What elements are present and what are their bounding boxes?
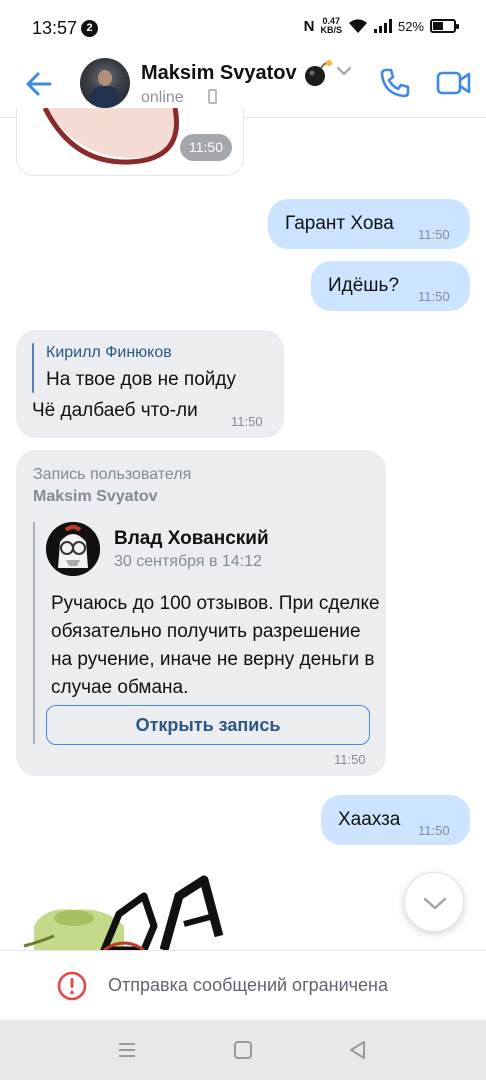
outgoing-message[interactable]: Гарант Хова 11:50 — [268, 199, 470, 249]
avatar-body — [90, 86, 120, 108]
message-text: Чё далбаеб что-ли — [32, 400, 198, 421]
status-bar: 13:57 2 N 0.47 KB/S 52% — [0, 0, 486, 58]
post-text: Ручаюсь до 100 отзывов. При сделке обяза… — [51, 593, 380, 698]
network-speed: 0.47 KB/S — [320, 17, 342, 35]
post-date: 30 сентября в 14:12 — [114, 553, 262, 570]
status-icons: N 0.47 KB/S 52% — [303, 17, 459, 35]
back-icon[interactable] — [346, 1038, 370, 1062]
contact-status: online — [141, 89, 184, 106]
signal-icon — [373, 19, 392, 33]
nfc-icon: N — [303, 17, 315, 35]
post-owner[interactable]: Maksim Svyatov — [33, 488, 158, 506]
video-call-icon[interactable] — [436, 68, 472, 98]
sticker-image — [23, 875, 224, 950]
warning-icon — [57, 971, 87, 1001]
mobile-device-icon — [208, 89, 217, 104]
chevron-down-icon — [423, 897, 447, 910]
contact-avatar[interactable] — [80, 58, 130, 108]
message-time: 11:50 — [334, 752, 366, 767]
open-post-button[interactable]: Открыть запись — [46, 705, 370, 745]
home-icon[interactable] — [231, 1038, 255, 1062]
message-text: Хаахза — [338, 809, 401, 830]
outgoing-message[interactable]: Хаахза 11:50 — [321, 795, 470, 845]
restriction-text: Отправка сообщений ограничена — [108, 975, 388, 995]
message-time: 11:50 — [180, 134, 232, 161]
post-author-name[interactable]: Влад Хованский — [114, 528, 269, 550]
network-speed-unit: KB/S — [320, 25, 342, 35]
message-text: Идёшь? — [328, 275, 400, 296]
post-quote-bar — [33, 522, 35, 744]
wall-post-message[interactable]: Запись пользователя Maksim Svyatov Влад … — [16, 450, 386, 776]
chevron-down-icon[interactable] — [336, 66, 352, 76]
message-time: 11:50 — [418, 823, 450, 838]
battery-percent: 52% — [397, 18, 424, 34]
message-time: 11:50 — [231, 414, 263, 429]
status-time: 13:57 — [32, 18, 78, 38]
bomb-emoji-icon — [305, 60, 332, 86]
back-arrow-icon[interactable] — [20, 64, 60, 104]
restriction-bar: Отправка сообщений ограничена — [0, 950, 486, 1020]
reply-bar — [32, 343, 34, 393]
wifi-icon — [348, 18, 367, 33]
message-time: 11:50 — [418, 227, 450, 242]
contact-name[interactable]: Maksim Svyatov — [141, 62, 297, 85]
reply-text: На твое дов не пойду — [46, 369, 236, 390]
post-label: Запись пользователя — [33, 466, 192, 483]
avatar-image — [46, 522, 100, 576]
battery-level — [433, 22, 444, 30]
outgoing-message[interactable]: Идёшь? 11:50 — [311, 261, 470, 311]
system-nav-bar — [0, 1020, 486, 1080]
phone-call-icon[interactable] — [378, 66, 412, 100]
message-time: 11:50 — [418, 289, 450, 304]
reply-author[interactable]: Кирилл Финюков — [46, 344, 172, 362]
sticker-message[interactable] — [14, 866, 264, 950]
post-author-avatar[interactable] — [46, 522, 100, 576]
battery-icon — [430, 19, 459, 33]
menu-icon[interactable] — [115, 1038, 139, 1062]
notification-badge: 2 — [81, 20, 98, 37]
scroll-down-button[interactable] — [404, 872, 464, 932]
chat-screen: 13:57 2 N 0.47 KB/S 52% Maksim Svyatov o… — [0, 0, 486, 1080]
avatar-head — [98, 70, 112, 86]
incoming-message[interactable]: Кирилл Финюков На твое дов не пойду Чё д… — [16, 330, 284, 438]
message-text: Гарант Хова — [285, 213, 394, 234]
